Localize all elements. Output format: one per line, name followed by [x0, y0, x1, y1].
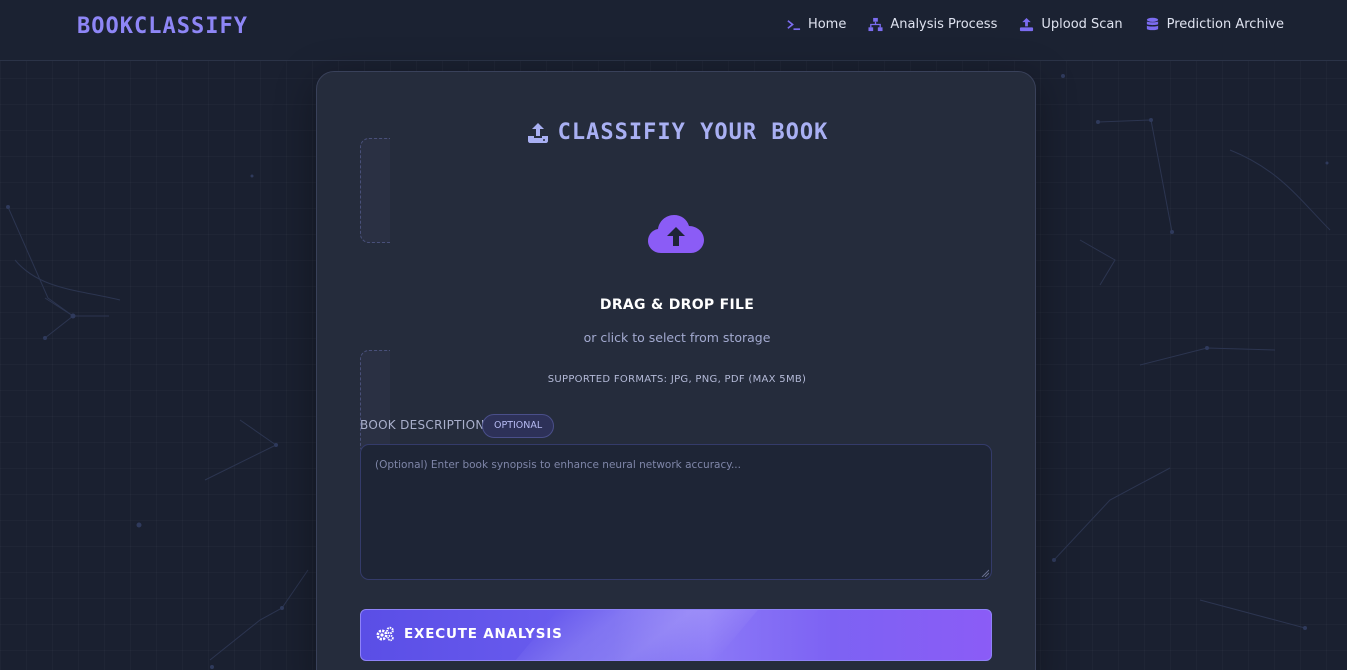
nav-links: Home Analysis Process Uplood Scan Predic… — [786, 17, 1284, 32]
navbar: BOOKCLASSIFY Home Analysis Process Uploo… — [0, 0, 1347, 61]
description-label: BOOK DESCRIPTION — [360, 418, 485, 432]
sitemap-icon — [868, 17, 883, 32]
supported-formats: SUPPORTED FORMATS: JPG, PNG, PDF (MAX 5M… — [547, 374, 807, 385]
optional-badge: OPTIONAL — [482, 414, 555, 438]
terminal-icon — [787, 20, 801, 31]
decorative-tab — [360, 138, 390, 243]
nav-item-home[interactable]: Home — [786, 17, 846, 32]
nav-item-analysis-process[interactable]: Analysis Process — [868, 17, 997, 32]
nav-item-label: Prediction Archive — [1166, 17, 1284, 32]
execute-analysis-button[interactable]: EXECUTE ANALYSIS — [360, 609, 992, 661]
drop-zone-subtitle[interactable]: or click to select from storage — [317, 330, 1037, 345]
nav-item-label: Home — [807, 17, 847, 32]
nav-item-upload-scan[interactable]: Uplood Scan — [1019, 17, 1123, 32]
upload-icon — [527, 122, 548, 143]
card-title-text: CLASSIFIY YOUR BOOK — [557, 120, 829, 145]
upload-icon — [1020, 17, 1034, 32]
cloud-upload-icon[interactable] — [648, 213, 704, 255]
execute-analysis-content: EXECUTE ANALYSIS — [375, 626, 563, 642]
nav-item-label: Analysis Process — [890, 17, 998, 32]
resize-handle-icon[interactable] — [981, 569, 989, 577]
drop-zone-title[interactable]: DRAG & DROP FILE — [317, 297, 1037, 313]
description-textarea[interactable] — [360, 444, 992, 580]
cogs-icon — [376, 626, 394, 642]
brand-logo[interactable]: BOOKCLASSIFY — [77, 14, 248, 39]
nav-item-label: Uplood Scan — [1041, 17, 1123, 32]
execute-analysis-label: EXECUTE ANALYSIS — [404, 626, 563, 642]
decorative-tab — [360, 350, 390, 455]
upload-card: CLASSIFIY YOUR BOOK DRAG & DROP FILE or … — [316, 71, 1036, 670]
card-title: CLASSIFIY YOUR BOOK — [317, 120, 1037, 145]
nav-item-prediction-archive[interactable]: Prediction Archive — [1145, 17, 1284, 32]
database-icon — [1146, 17, 1158, 31]
